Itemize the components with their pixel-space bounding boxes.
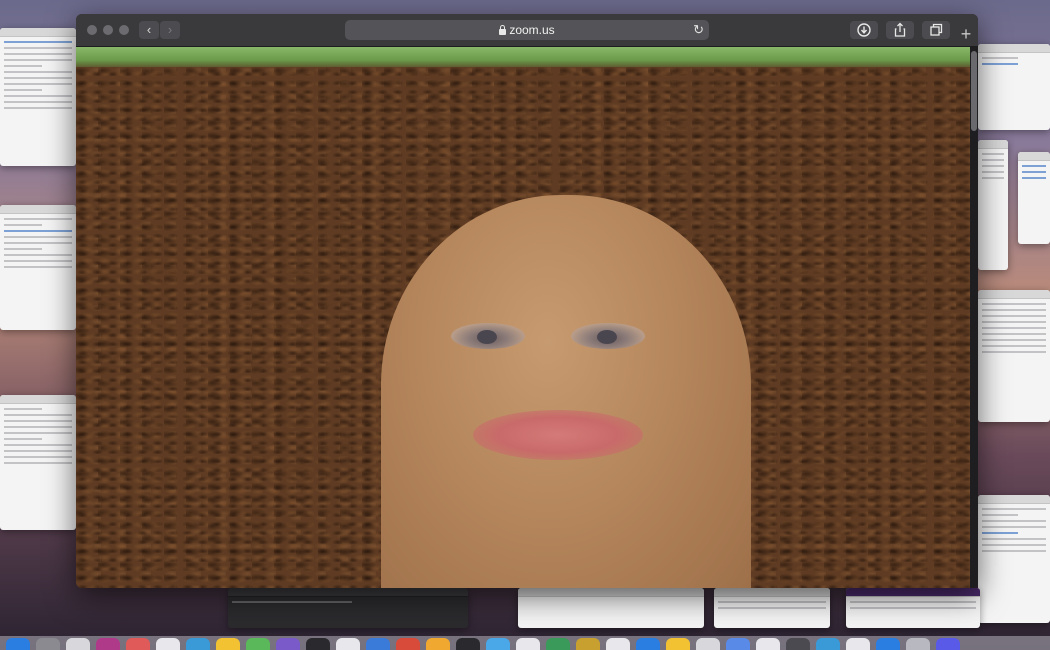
vertical-scrollbar[interactable]	[970, 47, 978, 588]
lock-icon	[499, 25, 507, 35]
chevron-left-icon: ‹	[146, 22, 152, 37]
dock-app-icon[interactable]	[486, 638, 510, 650]
video-feed[interactable]	[76, 47, 970, 588]
dock-app-icon[interactable]	[786, 638, 810, 650]
dock-app-icon[interactable]	[726, 638, 750, 650]
dock-app-icon[interactable]	[336, 638, 360, 650]
minimize-window-button[interactable]	[103, 25, 113, 35]
tab-overview-button[interactable]	[922, 21, 950, 39]
dock-app-icon[interactable]	[186, 638, 210, 650]
share-button[interactable]	[886, 21, 914, 39]
grass-strip	[76, 47, 970, 69]
share-icon	[894, 22, 906, 37]
dock-app-icon[interactable]	[576, 638, 600, 650]
close-window-button[interactable]	[87, 25, 97, 35]
background-window-file-list[interactable]	[978, 290, 1050, 422]
dock-app-icon[interactable]	[396, 638, 420, 650]
zoom-window-button[interactable]	[119, 25, 129, 35]
plus-icon: +	[960, 24, 972, 44]
background-window-notes[interactable]	[0, 205, 76, 330]
dock-app-icon[interactable]	[846, 638, 870, 650]
address-bar[interactable]: zoom.us ↻	[345, 20, 709, 40]
scrollbar-thumb[interactable]	[971, 51, 977, 131]
background-window-menu[interactable]	[714, 588, 830, 628]
dock-app-icon[interactable]	[96, 638, 120, 650]
left-eye	[451, 323, 525, 349]
download-icon	[857, 23, 871, 37]
background-window-spreadsheet[interactable]	[0, 28, 76, 166]
background-window-blank[interactable]	[518, 588, 704, 628]
browser-toolbar: ‹ › zoom.us ↻	[76, 14, 978, 47]
chevron-right-icon: ›	[167, 22, 173, 37]
browser-window[interactable]: ‹ › zoom.us ↻	[76, 14, 978, 588]
dock-app-icon[interactable]	[936, 638, 960, 650]
desktop: ‹ › zoom.us ↻ +	[0, 0, 1050, 650]
background-window-dark-1[interactable]	[228, 588, 468, 628]
background-window-document[interactable]	[0, 395, 76, 530]
reload-icon[interactable]: ↻	[693, 20, 704, 40]
dock-app-icon[interactable]	[606, 638, 630, 650]
dock-app-icon[interactable]	[36, 638, 60, 650]
dock-app-icon[interactable]	[66, 638, 90, 650]
dock-app-icon[interactable]	[306, 638, 330, 650]
background-window-app-panel[interactable]	[978, 140, 1008, 270]
downloads-button[interactable]	[850, 21, 878, 39]
dock-app-icon[interactable]	[876, 638, 900, 650]
dock-app-icon[interactable]	[546, 638, 570, 650]
lips	[473, 410, 643, 460]
dock-app-icon[interactable]	[756, 638, 780, 650]
dock-app-icon[interactable]	[216, 638, 240, 650]
dock-app-icon[interactable]	[126, 638, 150, 650]
back-button[interactable]: ‹	[139, 21, 159, 39]
dock-app-icon[interactable]	[666, 638, 690, 650]
face-filter-figure	[381, 195, 751, 588]
dock	[0, 636, 1050, 650]
url-text: zoom.us	[509, 23, 555, 37]
background-window-chat[interactable]	[978, 495, 1050, 623]
dock-app-icon[interactable]	[636, 638, 660, 650]
dock-app-icon[interactable]	[6, 638, 30, 650]
dock-app-icon[interactable]	[696, 638, 720, 650]
dock-app-icon[interactable]	[366, 638, 390, 650]
dock-app-icon[interactable]	[816, 638, 840, 650]
dock-app-icon[interactable]	[456, 638, 480, 650]
dock-app-icon[interactable]	[156, 638, 180, 650]
dock-app-icon[interactable]	[426, 638, 450, 650]
tabs-overview-icon	[930, 23, 943, 36]
forward-button[interactable]: ›	[160, 21, 180, 39]
background-window-password-manager[interactable]	[978, 44, 1050, 130]
dock-app-icon[interactable]	[906, 638, 930, 650]
dock-app-icon[interactable]	[276, 638, 300, 650]
dock-app-icon[interactable]	[246, 638, 270, 650]
right-eye	[571, 323, 645, 349]
new-tab-button[interactable]: +	[956, 14, 976, 46]
background-window-launcher[interactable]	[1018, 152, 1050, 244]
dock-app-icon[interactable]	[516, 638, 540, 650]
background-window-messaging[interactable]	[846, 588, 980, 628]
